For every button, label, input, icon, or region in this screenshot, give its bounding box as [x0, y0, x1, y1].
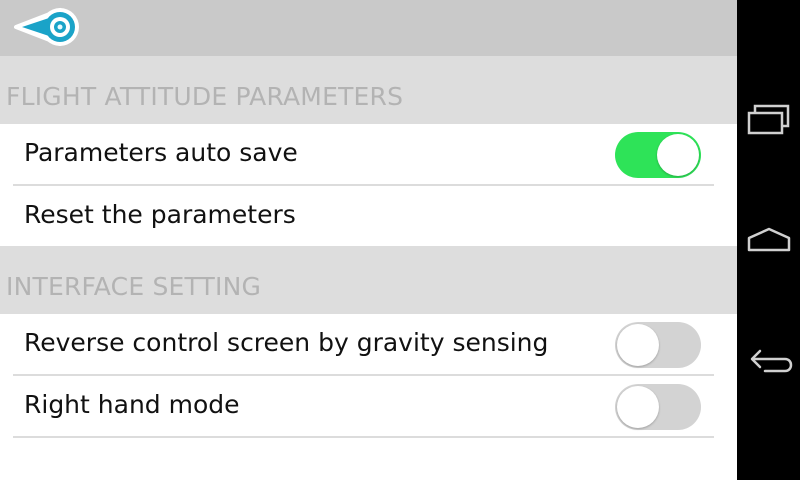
settings-screen: FLIGHT ATTITUDE PARAMETERS Parameters au…: [0, 0, 737, 480]
section-header-interface: INTERFACE SETTING: [0, 246, 737, 314]
section-title: FLIGHT ATTITUDE PARAMETERS: [6, 82, 404, 111]
toggle-knob: [617, 386, 659, 428]
nav-back-button[interactable]: [745, 335, 793, 383]
back-nav-icon: [750, 349, 793, 373]
section-title: INTERFACE SETTING: [6, 272, 262, 301]
recent-apps-button[interactable]: [745, 96, 793, 144]
setting-label: Reset the parameters: [24, 200, 296, 229]
back-button[interactable]: [14, 6, 84, 48]
toggle-knob: [617, 324, 659, 366]
setting-row-reset[interactable]: Reset the parameters: [0, 186, 737, 247]
top-bar: [0, 0, 737, 56]
gravity-toggle[interactable]: [615, 322, 701, 368]
setting-label: Right hand mode: [24, 390, 240, 419]
setting-row-gravity[interactable]: Reverse control screen by gravity sensin…: [0, 314, 737, 375]
divider: [13, 436, 714, 438]
home-button[interactable]: [745, 216, 793, 264]
setting-row-auto-save[interactable]: Parameters auto save: [0, 124, 737, 185]
setting-label: Parameters auto save: [24, 138, 298, 167]
setting-row-right-hand[interactable]: Right hand mode: [0, 376, 737, 437]
system-nav-bar: [737, 0, 800, 480]
section-header-flight: FLIGHT ATTITUDE PARAMETERS: [0, 56, 737, 124]
toggle-knob: [657, 134, 699, 176]
setting-label: Reverse control screen by gravity sensin…: [24, 328, 549, 357]
home-icon: [747, 227, 791, 252]
auto-save-toggle[interactable]: [615, 132, 701, 178]
recent-apps-icon: [747, 104, 790, 135]
right-hand-toggle[interactable]: [615, 384, 701, 430]
back-arrow-icon: [14, 8, 79, 46]
